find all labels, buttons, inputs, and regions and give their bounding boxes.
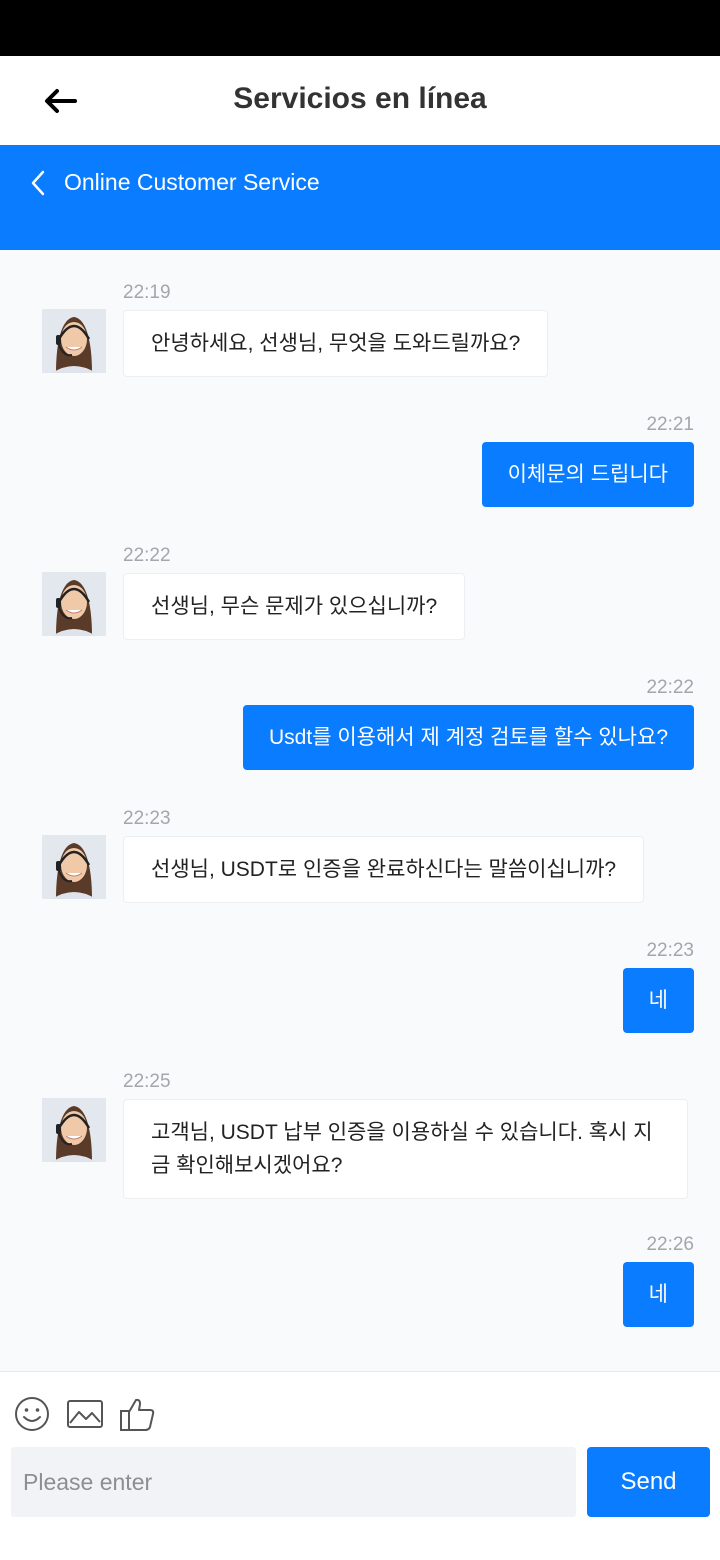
user-message-bubble: 네 (622, 1262, 694, 1327)
agent-avatar (42, 572, 106, 636)
message-time: 22:25 (123, 1071, 171, 1092)
message-time: 22:19 (123, 282, 171, 303)
smiley-icon (15, 1397, 49, 1431)
message-time: 22:22 (123, 545, 171, 566)
service-bar: Online Customer Service (0, 145, 720, 250)
user-message-bubble: Usdt를 이용해서 제 계정 검토를 할수 있나요? (243, 705, 694, 770)
thumbs-up-icon (120, 1398, 155, 1431)
agent-message-bubble: 선생님, 무슨 문제가 있으십니까? (123, 573, 466, 640)
page-title: Servicios en línea (233, 82, 487, 115)
agent-avatar (42, 309, 106, 373)
image-button[interactable] (66, 1396, 104, 1437)
message-time: 22:23 (123, 808, 171, 829)
agent-avatar (42, 835, 106, 899)
agent-avatar (42, 1098, 106, 1162)
message-time: 22:23 (646, 940, 694, 961)
message-time: 22:21 (646, 414, 694, 435)
message-time: 22:26 (646, 1234, 694, 1255)
message-time: 22:22 (646, 677, 694, 698)
composer: Send (0, 1371, 720, 1560)
service-title: Online Customer Service (64, 169, 320, 195)
user-message-bubble: 네 (622, 968, 694, 1033)
image-icon (67, 1400, 103, 1428)
agent-message-bubble: 고객님, USDT 납부 인증을 이용하실 수 있습니다. 혹시 지금 확인해보… (123, 1099, 688, 1199)
send-button[interactable]: Send (587, 1447, 710, 1517)
like-button[interactable] (119, 1396, 157, 1437)
status-bar (0, 0, 720, 56)
agent-message-bubble: 선생님, USDT로 인증을 완료하신다는 말씀이십니까? (123, 836, 645, 903)
chat-area[interactable]: 22:19 안녕하세요, 선생님, 무엇을 도와드릴까요? 22:21 이체문의… (0, 250, 720, 1371)
app-header: Servicios en línea (0, 56, 720, 145)
chevron-left-icon (31, 170, 45, 196)
emoji-button[interactable] (14, 1396, 50, 1437)
user-message-bubble: 이체문의 드립니다 (481, 442, 694, 507)
agent-message-bubble: 안녕하세요, 선생님, 무엇을 도와드릴까요? (123, 310, 549, 377)
service-back-button[interactable] (22, 165, 54, 201)
message-input[interactable] (11, 1447, 576, 1517)
